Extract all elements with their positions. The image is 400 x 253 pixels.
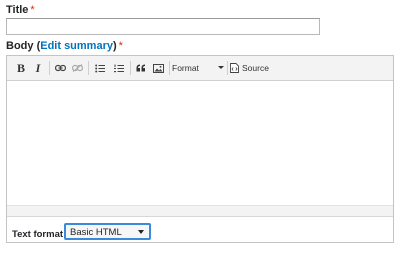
text-format-selected-value: Basic HTML [70,227,122,238]
text-format-wrapper: Text format Basic HTML [7,216,393,242]
toolbar-separator [169,61,170,75]
body-required-mark: * [118,40,123,52]
toolbar-separator [227,61,228,75]
source-icon [230,63,239,73]
title-required-mark: * [30,4,35,16]
source-button[interactable]: Source [230,59,274,77]
numbered-list-button[interactable] [111,59,127,77]
numbered-list-icon [114,64,124,72]
unlink-button[interactable] [69,59,85,77]
body-label-text: Body [6,40,34,52]
italic-button[interactable]: I [31,59,45,77]
unlink-icon [71,64,83,72]
bulleted-list-button[interactable] [92,59,108,77]
title-label-text: Title [6,4,29,16]
image-icon [152,63,164,73]
toolbar-separator [88,61,89,75]
text-format-select[interactable]: Basic HTML [64,223,151,240]
text-format-label: Text format [12,229,64,240]
body-close-paren: ) [112,40,117,52]
link-button[interactable] [52,59,68,77]
format-dropdown[interactable]: Format [171,59,225,77]
body-label: Body (Edit summary) * [6,40,123,52]
edit-summary-link[interactable]: Edit summary [40,40,113,52]
toolbar-separator [130,61,131,75]
bold-button[interactable]: B [13,59,29,77]
blockquote-icon [136,64,145,72]
editor-content-area[interactable] [7,81,393,205]
source-label: Source [242,63,269,73]
title-input[interactable] [6,18,320,35]
image-button[interactable] [150,59,166,77]
toolbar-separator [49,61,50,75]
link-icon [54,64,66,72]
body-editor: B I Format Source Text format Basic HTML [6,55,394,243]
blockquote-button[interactable] [133,59,149,77]
editor-status-bar [7,205,393,216]
format-dropdown-label: Format [172,63,199,73]
editor-toolbar: B I Format Source [7,56,393,81]
title-label: Title * [6,4,35,16]
bulleted-list-icon [95,64,105,72]
chevron-down-icon [218,66,224,69]
chevron-down-icon [138,230,144,234]
